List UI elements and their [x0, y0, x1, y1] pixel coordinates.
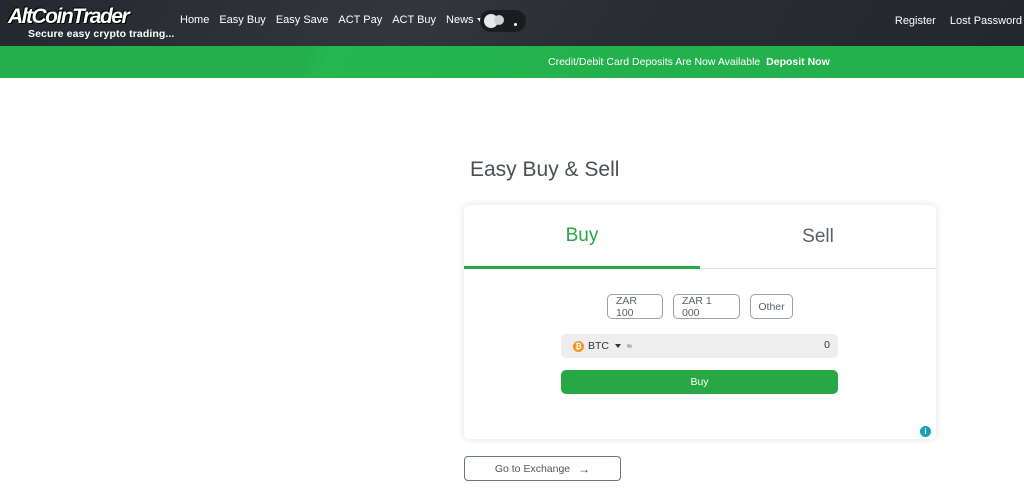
nav-act-buy[interactable]: ACT Buy [392, 14, 436, 26]
nav-register[interactable]: Register [895, 15, 936, 27]
deposit-now-link[interactable]: Deposit Now [766, 56, 830, 68]
amount-zar-1000-button[interactable]: ZAR 1 000 [673, 294, 740, 319]
nav-lost-password[interactable]: Lost Password [950, 15, 1022, 27]
promo-text: Credit/Debit Card Deposits Are Now Avail… [548, 56, 761, 68]
main-nav: Home Easy Buy Easy Save ACT Pay ACT Buy … [180, 0, 493, 40]
promo-banner: Credit/Debit Card Deposits Are Now Avail… [0, 46, 1024, 78]
top-navbar: AltCoinTrader Secure easy crypto trading… [0, 0, 1024, 46]
toggle-dot-icon [514, 23, 517, 26]
chevron-down-icon[interactable] [615, 344, 621, 348]
amount-other-button[interactable]: Other [750, 294, 793, 319]
logo[interactable]: AltCoinTrader Secure easy crypto trading… [8, 5, 174, 42]
amount-input-row[interactable]: ₿ BTC ≈ 0 [561, 334, 838, 358]
tab-buy[interactable]: Buy [464, 205, 700, 269]
coin-select-label[interactable]: BTC [588, 340, 609, 352]
account-nav: Register Lost Password [881, 0, 1022, 42]
logo-tagline: Secure easy crypto trading... [28, 28, 175, 40]
trade-tabs: Buy Sell [464, 205, 936, 269]
logo-text: AltCoinTrader [8, 5, 130, 28]
trade-card: Buy Sell ZAR 100 ZAR 1 000 Other ₿ BTC ≈… [464, 205, 936, 439]
nav-home[interactable]: Home [180, 14, 209, 26]
nav-news-label: News [446, 14, 474, 26]
tab-sell[interactable]: Sell [700, 205, 936, 269]
approx-symbol: ≈ [627, 341, 632, 351]
info-icon[interactable]: i [920, 426, 931, 437]
nav-easy-buy[interactable]: Easy Buy [219, 14, 265, 26]
arrow-right-icon: → [578, 461, 591, 476]
promo-message: Credit/Debit Card Deposits Are Now Avail… [548, 56, 830, 68]
page-title: Easy Buy & Sell [470, 158, 620, 181]
theme-toggle[interactable] [480, 10, 526, 32]
go-to-exchange-button[interactable]: Go to Exchange → [464, 456, 621, 481]
go-to-exchange-label: Go to Exchange [494, 462, 571, 475]
amount-zar-100-button[interactable]: ZAR 100 [607, 294, 663, 319]
nav-act-pay[interactable]: ACT Pay [338, 14, 382, 26]
buy-button[interactable]: Buy [561, 370, 838, 394]
toggle-knob-icon [484, 14, 504, 28]
nav-news-dropdown[interactable]: News [446, 14, 483, 26]
bitcoin-icon: ₿ [573, 340, 584, 352]
amount-value[interactable]: 0 [824, 339, 830, 351]
quick-amounts: ZAR 100 ZAR 1 000 Other [464, 294, 936, 319]
nav-easy-save[interactable]: Easy Save [276, 14, 329, 26]
